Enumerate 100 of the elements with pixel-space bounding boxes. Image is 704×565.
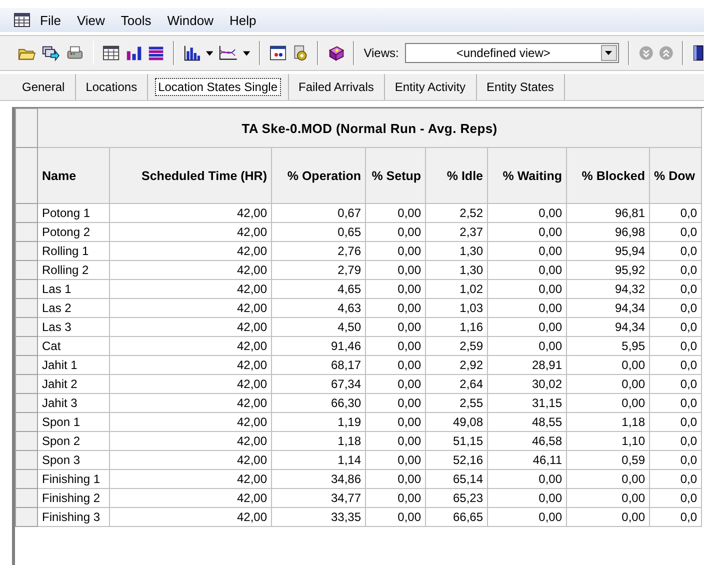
table-cell: 2,52	[426, 204, 488, 222]
table-icon[interactable]	[103, 45, 120, 61]
table-cell: 52,16	[426, 450, 488, 470]
caret-icon[interactable]	[206, 50, 213, 56]
column-header: % Setup	[366, 148, 426, 204]
table-cell: Finishing 1	[38, 470, 110, 488]
book-icon[interactable]	[693, 44, 704, 62]
views-dropdown[interactable]: <undefined view>	[404, 43, 619, 63]
line-chart-icon[interactable]	[218, 45, 237, 61]
table-cell: 0,00	[366, 260, 426, 280]
caret-icon[interactable]	[605, 51, 612, 55]
table-cell: 0,00	[366, 508, 426, 526]
caret-icon[interactable]	[242, 50, 250, 56]
table-cell: Finishing 3	[38, 508, 110, 526]
table-cell: 0,00	[366, 356, 426, 374]
table-cell: 94,34	[566, 298, 650, 318]
table-cell: 0,0	[650, 412, 702, 432]
table-cell: 51,15	[426, 432, 488, 450]
table-cell: 0,00	[366, 242, 426, 260]
table-cell: 0,67	[272, 204, 366, 222]
table-cell: 28,91	[488, 356, 566, 374]
table-cell: 0,00	[366, 298, 426, 318]
table-cell: 1,18	[566, 412, 650, 432]
table-cell: 42,00	[110, 336, 272, 356]
column-header: % Waiting	[488, 148, 566, 204]
table-cell: 0,00	[488, 508, 566, 526]
table-cell: Spon 3	[38, 450, 110, 470]
printer-icon[interactable]	[66, 44, 84, 62]
grid-icon[interactable]	[14, 13, 30, 27]
table-cell: 96,81	[566, 204, 650, 222]
export-icon[interactable]	[42, 44, 60, 62]
table-cell: 2,92	[426, 356, 488, 374]
table-cell: Spon 2	[38, 432, 110, 450]
table-cell: 95,92	[566, 260, 650, 280]
table-cell: 30,02	[488, 374, 566, 394]
table-cell: 0,0	[650, 318, 702, 336]
table-cell: Rolling 1	[38, 242, 110, 260]
table-cell: 0,00	[366, 374, 426, 394]
histogram-icon[interactable]	[184, 45, 200, 61]
table-cell: 0,65	[272, 222, 366, 242]
tab[interactable]: Entity Activity	[384, 74, 477, 100]
table-cell: 1,18	[272, 432, 366, 450]
table-cell: 65,23	[426, 488, 488, 508]
table-cell: 42,00	[110, 318, 272, 336]
table-cell: 0,0	[650, 508, 702, 526]
tab[interactable]: Locations	[76, 74, 148, 100]
table-cell: 0,00	[488, 204, 566, 222]
table-cell: 2,79	[272, 260, 366, 280]
table-cell: 42,00	[110, 298, 272, 318]
table-cell: 0,0	[650, 450, 702, 470]
table-cell: 0,00	[366, 432, 426, 450]
table-cell: 0,0	[650, 374, 702, 394]
table-cell: 31,15	[488, 394, 566, 412]
table-cell: 42,00	[110, 412, 272, 432]
table-cell: 0,00	[566, 488, 650, 508]
menu-item[interactable]: View	[70, 12, 111, 28]
table-cell: 0,00	[566, 394, 650, 412]
table-cell: 0,0	[650, 242, 702, 260]
table-cell: 1,02	[426, 280, 488, 298]
table-cell: 0,0	[650, 280, 702, 298]
tab[interactable]: Entity States	[476, 74, 565, 100]
table-cell: 49,08	[426, 412, 488, 432]
tab[interactable]: General	[12, 74, 76, 100]
menu-item[interactable]: Window	[161, 12, 220, 28]
views-label: Views:	[364, 46, 399, 60]
table-cell: 5,95	[566, 336, 650, 356]
table-cell: 66,30	[272, 394, 366, 412]
table-cell: 0,00	[366, 394, 426, 412]
bar-chart-icon[interactable]	[126, 45, 142, 61]
table-cell: 42,00	[110, 394, 272, 412]
menu-item[interactable]: File	[34, 12, 67, 28]
menu-item[interactable]: Tools	[114, 12, 158, 28]
table-cell: 0,00	[488, 280, 566, 298]
stacked-bars-icon[interactable]	[148, 45, 164, 61]
table-cell: 46,11	[488, 450, 566, 470]
tab[interactable]: Failed Arrivals	[288, 74, 385, 100]
table-cell: 96,98	[566, 222, 650, 242]
table-cell: 0,0	[650, 356, 702, 374]
table-cell: Jahit 3	[38, 394, 110, 412]
table-cell: Las 2	[38, 298, 110, 318]
column-header: Name	[38, 148, 110, 204]
table-cell: 95,94	[566, 242, 650, 260]
table-cell: 0,00	[488, 336, 566, 356]
table-cell: 2,64	[426, 374, 488, 394]
table-cell: 34,77	[272, 488, 366, 508]
table-cell: 0,00	[488, 318, 566, 336]
table-cell: 42,00	[110, 280, 272, 298]
table-cell: 46,58	[488, 432, 566, 450]
table-cell: 42,00	[110, 508, 272, 526]
table-cell: 0,00	[366, 204, 426, 222]
table-cell: 0,00	[366, 488, 426, 508]
menu-item[interactable]: Help	[224, 12, 262, 28]
table-cell: 68,17	[272, 356, 366, 374]
window-icon[interactable]	[270, 45, 286, 61]
table-cell: 42,00	[110, 374, 272, 394]
table-cell: 42,00	[110, 204, 272, 222]
table-cell: 0,00	[488, 242, 566, 260]
table-cell: 65,14	[426, 470, 488, 488]
table-cell: 42,00	[110, 242, 272, 260]
table-cell: Jahit 2	[38, 374, 110, 394]
